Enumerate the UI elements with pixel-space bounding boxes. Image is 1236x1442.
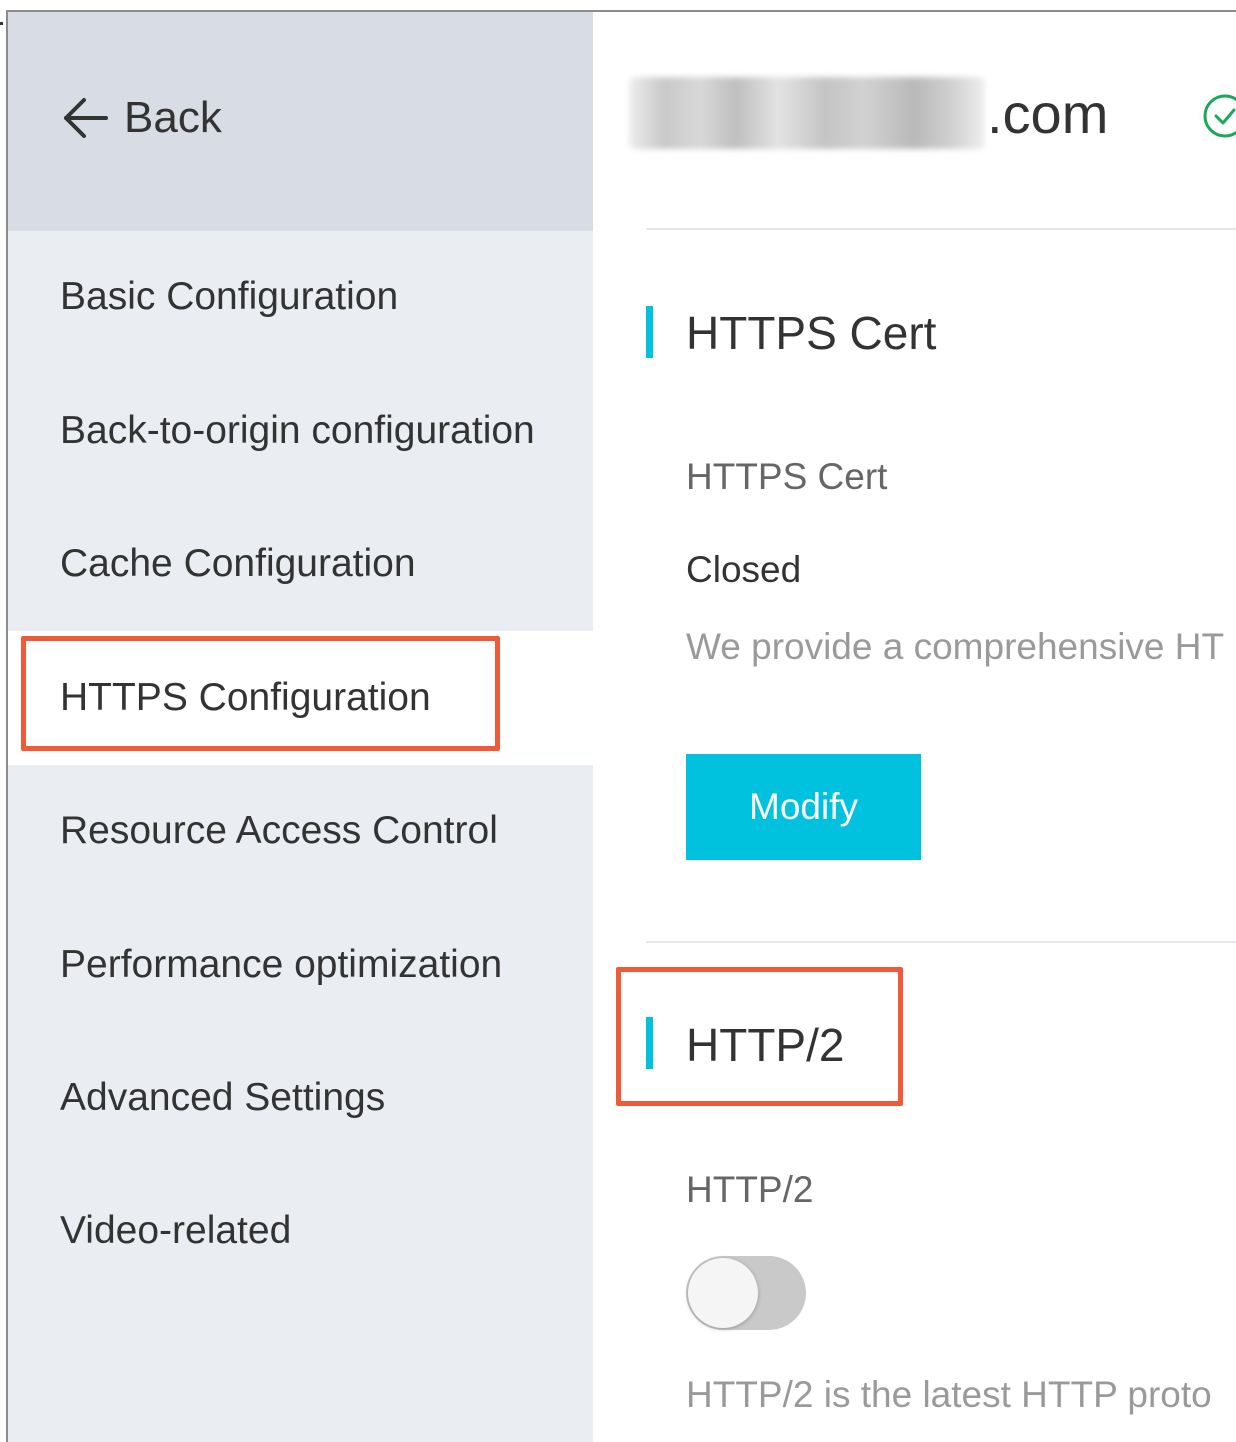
domain-title: .com [629,70,1108,156]
section-title-http2: HTTP/2 [686,1019,845,1071]
main-content: .com HTTPS Cert HTTPS Cert Closed We pro… [593,12,1236,1442]
http2-label: HTTP/2 [686,1169,814,1210]
sidebar-header: Back [8,12,593,231]
toggle-knob [688,1258,758,1328]
section-accent-bar [646,306,653,358]
section-title-https-cert: HTTPS Cert [686,307,937,359]
sidebar-item-back-to-origin-configuration[interactable]: Back-to-origin configuration [8,364,593,498]
sidebar-item-resource-access-control[interactable]: Resource Access Control [8,764,593,898]
domain-suffix: .com [987,81,1109,145]
https-cert-status: Closed [686,549,802,590]
back-button[interactable]: Back [60,90,222,146]
header-divider [646,228,1236,230]
arrow-left-icon [64,98,108,138]
modify-button[interactable]: Modify [686,754,921,860]
https-cert-description: We provide a comprehensive HT [686,626,1225,667]
back-label: Back [124,93,222,142]
sidebar-item-cache-configuration[interactable]: Cache Configuration [8,497,593,631]
sidebar-item-https-configuration[interactable]: HTTPS Configuration [8,631,593,765]
section-accent-bar [646,1017,653,1069]
sidebar-item-advanced-settings[interactable]: Advanced Settings [8,1031,593,1165]
https-cert-label: HTTPS Cert [686,456,888,497]
corner-mark [0,22,3,25]
sidebar-item-video-related[interactable]: Video-related [8,1164,593,1298]
sidebar-item-basic-configuration[interactable]: Basic Configuration [8,230,593,364]
redacted-domain-name [629,77,985,149]
sidebar-item-performance-optimization[interactable]: Performance optimization [8,898,593,1032]
http2-description: HTTP/2 is the latest HTTP proto [686,1374,1212,1415]
sidebar: Back Basic Configuration Back-to-origin … [8,12,593,1442]
http2-toggle[interactable] [686,1256,806,1330]
check-circle-icon [1203,94,1236,138]
section-divider [646,941,1236,943]
